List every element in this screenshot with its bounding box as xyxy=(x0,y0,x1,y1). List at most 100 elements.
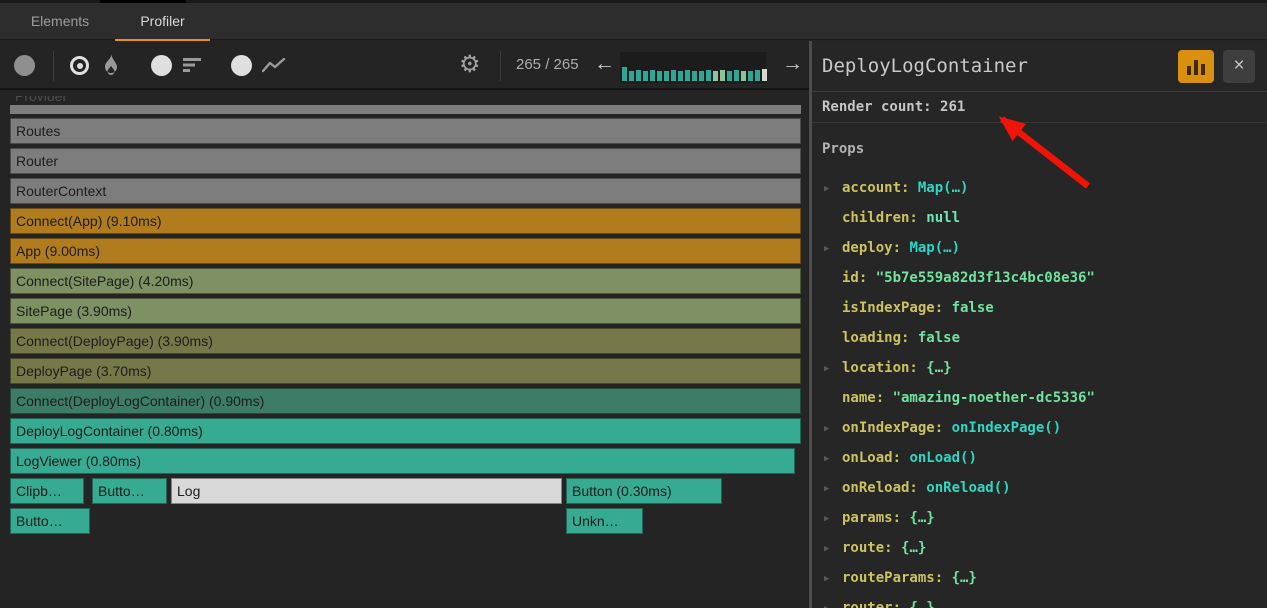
prop-value: false xyxy=(918,330,960,346)
snapshot-minibar-bar[interactable] xyxy=(734,70,739,81)
prop-value: Map(…) xyxy=(918,180,969,196)
prop-row: ▶deploy: Map(…) xyxy=(812,233,1267,263)
flame-bar[interactable]: RouterContext xyxy=(10,178,801,204)
flame-bar[interactable]: DeployLogContainer (0.80ms) xyxy=(10,418,801,444)
expand-triangle-icon[interactable]: ▶ xyxy=(824,354,842,384)
prop-value: false xyxy=(952,300,994,316)
snapshot-minibar-bar[interactable] xyxy=(678,71,683,81)
snapshot-minibar-bar[interactable] xyxy=(699,71,704,81)
prop-row: ▶params: {…} xyxy=(812,503,1267,533)
prop-key: onLoad: xyxy=(842,450,909,466)
prev-snapshot-arrow[interactable]: ← xyxy=(594,41,615,88)
snapshot-minibar[interactable] xyxy=(620,52,766,83)
expand-triangle-icon[interactable]: ▶ xyxy=(824,534,842,564)
expand-triangle-icon[interactable]: ▶ xyxy=(824,174,842,204)
prop-key: id: xyxy=(842,270,876,286)
props-list: ▶account: Map(…)children: null▶deploy: M… xyxy=(812,173,1267,608)
devtools-tabbar: Elements Profiler xyxy=(0,3,1267,40)
prop-row: isIndexPage: false xyxy=(812,293,1267,323)
flame-bar[interactable]: Clipb… xyxy=(10,478,84,504)
prop-value: null xyxy=(926,210,960,226)
snapshot-minibar-bar[interactable] xyxy=(755,70,760,81)
snapshot-minibar-bar[interactable] xyxy=(727,71,732,81)
next-snapshot-arrow[interactable]: → xyxy=(782,41,803,88)
prop-value: onReload() xyxy=(926,480,1010,496)
render-count-value: 261 xyxy=(940,99,965,115)
prop-value: onIndexPage() xyxy=(952,420,1062,436)
flame-bar[interactable]: Unkn… xyxy=(566,508,643,534)
flame-bar[interactable]: Connect(SitePage) (4.20ms) xyxy=(10,268,801,294)
component-chart-button[interactable] xyxy=(1178,50,1214,83)
bar-chart-icon xyxy=(1187,66,1191,75)
snapshot-minibar-bar[interactable] xyxy=(685,70,690,81)
prop-row: ▶onReload: onReload() xyxy=(812,473,1267,503)
flame-chart: ProviderRoutesRouterRouterContextConnect… xyxy=(0,90,809,608)
devtools-window: Elements Profiler ⚙ 265 / 265 ← → Pro xyxy=(0,0,1267,608)
snapshot-minibar-bar[interactable] xyxy=(720,70,725,81)
prop-value: {…} xyxy=(909,600,934,608)
record-button[interactable] xyxy=(14,55,35,76)
snapshot-minibar-bar[interactable] xyxy=(748,71,753,81)
flame-bar[interactable]: Connect(App) (9.10ms) xyxy=(10,208,801,234)
flame-bar[interactable]: Routes xyxy=(10,118,801,144)
prop-key: account: xyxy=(842,180,918,196)
expand-triangle-icon[interactable]: ▶ xyxy=(824,594,842,608)
flame-bar[interactable]: Butto… xyxy=(10,508,90,534)
flamechart-mode-radio[interactable] xyxy=(70,56,89,75)
prop-value: {…} xyxy=(901,540,926,556)
prop-key: isIndexPage: xyxy=(842,300,952,316)
tab-elements[interactable]: Elements xyxy=(22,3,98,40)
prop-key: router: xyxy=(842,600,909,608)
snapshot-minibar-bar[interactable] xyxy=(629,71,634,81)
snapshot-minibar-bar[interactable] xyxy=(664,71,669,81)
prop-key: routeParams: xyxy=(842,570,952,586)
close-icon[interactable]: × xyxy=(1223,50,1255,83)
expand-triangle-icon[interactable]: ▶ xyxy=(824,414,842,444)
tab-profiler[interactable]: Profiler xyxy=(115,3,210,40)
flame-bar[interactable]: SitePage (3.90ms) xyxy=(10,298,801,324)
expand-triangle-icon[interactable]: ▶ xyxy=(824,474,842,504)
toolbar-separator xyxy=(53,51,54,81)
flame-bar[interactable]: DeployPage (3.70ms) xyxy=(10,358,801,384)
snapshot-minibar-bar[interactable] xyxy=(650,70,655,81)
snapshot-minibar-bar[interactable] xyxy=(713,71,718,81)
flame-icon[interactable] xyxy=(101,54,121,76)
chart-mode-radio[interactable] xyxy=(231,55,252,76)
flame-bar-clipped[interactable] xyxy=(10,105,801,114)
snapshot-minibar-bar[interactable] xyxy=(741,71,746,81)
snapshot-counter: 265 / 265 xyxy=(516,41,579,88)
flame-bar[interactable]: Butto… xyxy=(92,478,167,504)
ranked-mode-radio[interactable] xyxy=(151,55,172,76)
expand-triangle-icon[interactable]: ▶ xyxy=(824,234,842,264)
snapshot-minibar-bar[interactable] xyxy=(762,69,767,81)
prop-row: ▶onIndexPage: onIndexPage() xyxy=(812,413,1267,443)
snapshot-minibar-bar[interactable] xyxy=(706,70,711,81)
snapshot-minibar-bar[interactable] xyxy=(643,71,648,81)
flame-bar[interactable]: Log xyxy=(171,478,562,504)
expand-triangle-icon[interactable]: ▶ xyxy=(824,504,842,534)
flame-bar[interactable]: Connect(DeployPage) (3.90ms) xyxy=(10,328,801,354)
prop-value: "amazing-noether-dc5336" xyxy=(893,390,1095,406)
flame-bar[interactable]: LogViewer (0.80ms) xyxy=(10,448,795,474)
snapshot-minibar-bar[interactable] xyxy=(692,71,697,81)
prop-key: loading: xyxy=(842,330,918,346)
expand-triangle-icon[interactable]: ▶ xyxy=(824,564,842,594)
gear-icon[interactable]: ⚙ xyxy=(459,50,481,79)
profiler-toolbar: ⚙ 265 / 265 ← → xyxy=(0,41,809,90)
prop-row: loading: false xyxy=(812,323,1267,353)
prop-key: location: xyxy=(842,360,926,376)
ranked-chart-icon[interactable] xyxy=(183,58,203,73)
snapshot-minibar-bar[interactable] xyxy=(671,70,676,81)
expand-triangle-icon[interactable]: ▶ xyxy=(824,444,842,474)
flame-bar[interactable]: Router xyxy=(10,148,801,174)
snapshot-minibar-bar[interactable] xyxy=(636,70,641,81)
flame-bar[interactable]: App (9.00ms) xyxy=(10,238,801,264)
prop-key: name: xyxy=(842,390,893,406)
flame-bar[interactable]: Button (0.30ms) xyxy=(566,478,722,504)
prop-value: "5b7e559a82d3f13c4bc08e36" xyxy=(876,270,1095,286)
tab-profiler-label: Profiler xyxy=(140,13,184,29)
line-chart-icon[interactable] xyxy=(262,58,286,73)
snapshot-minibar-bar[interactable] xyxy=(657,71,662,81)
snapshot-minibar-bar[interactable] xyxy=(622,67,627,81)
flame-bar[interactable]: Connect(DeployLogContainer) (0.90ms) xyxy=(10,388,801,414)
